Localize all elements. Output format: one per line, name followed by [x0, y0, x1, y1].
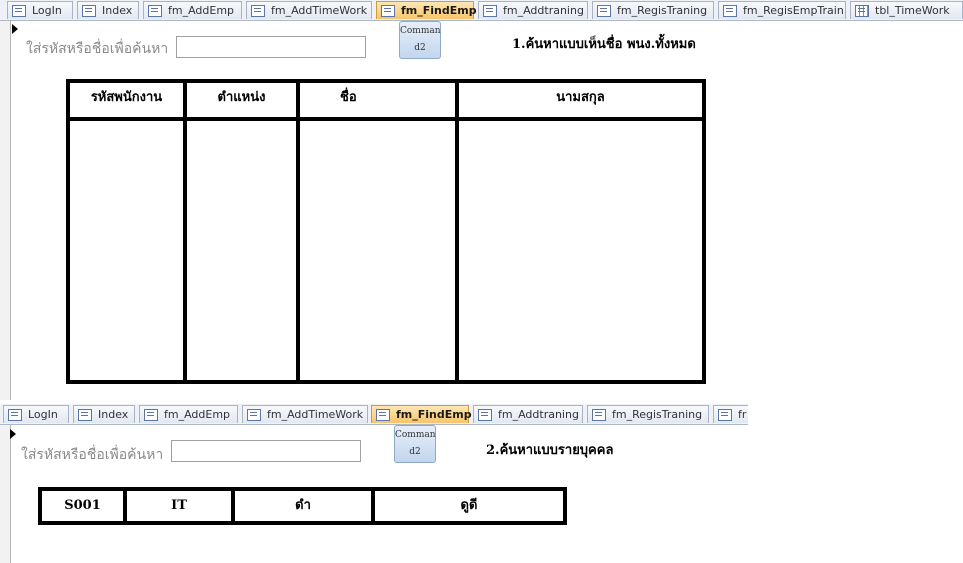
field-position[interactable]: IT — [123, 487, 235, 525]
column-body-employee-id[interactable] — [66, 117, 187, 384]
command-label-line1: Comman — [400, 26, 441, 36]
command-label-line2: d2 — [414, 43, 426, 53]
form-icon — [12, 4, 26, 17]
current-record-arrow-icon — [10, 429, 16, 439]
form-icon — [483, 4, 497, 17]
form2-command-button[interactable]: Comman d2 — [394, 425, 436, 463]
form-icon — [251, 4, 265, 17]
tab-tbl-timework[interactable]: tbl_TimeWork — [850, 1, 963, 19]
tab-fm-addtraning[interactable]: fm_Addtraning — [478, 1, 588, 19]
field-employee-id[interactable]: S001 — [38, 487, 127, 525]
column-body-position[interactable] — [183, 117, 300, 384]
form-icon — [82, 4, 96, 17]
form2-record-row: S001 IT ดำ ดูดี — [38, 487, 567, 525]
tab-index[interactable]: Index — [77, 1, 139, 19]
column-header-employee-id: รหัสพนักงาน — [66, 79, 187, 121]
form2-tab-bar: LogIn Index fm_AddEmp fm_AddTimeWork fm_… — [0, 404, 748, 425]
form2-search-input[interactable] — [171, 440, 361, 462]
form-icon — [723, 4, 737, 17]
form2-panel: LogIn Index fm_AddEmp fm_AddTimeWork fm_… — [0, 404, 748, 563]
field-last-name[interactable]: ดูดี — [371, 487, 567, 525]
column-header-last-name: นามสกุล — [455, 79, 706, 121]
form2-heading: 2.ค้นหาแบบรายบุคคล — [486, 443, 614, 458]
form-icon — [592, 408, 606, 421]
form1-search-prompt: ใส่รหัสหรือชื่อเพื่อค้นหา — [26, 41, 169, 57]
tab-fm-registraning[interactable]: fm_RegisTraning — [592, 1, 714, 19]
table-icon — [855, 4, 869, 17]
column-body-last-name[interactable] — [455, 117, 706, 384]
tab-fm-findemp[interactable]: fm_FindEmp — [376, 1, 477, 19]
tab-fm-findemp[interactable]: fm_FindEmp — [371, 405, 472, 423]
form2-search-prompt: ใส่รหัสหรือชื่อเพื่อค้นหา — [21, 447, 164, 463]
tab-truncated[interactable]: fr — [713, 405, 748, 423]
form-icon — [381, 4, 395, 17]
column-header-position: ตำแหน่ง — [183, 79, 300, 121]
form1-results-grid: รหัสพนักงาน ตำแหน่ง ชื่อ นามสกุล — [66, 79, 706, 384]
column-body-first-name[interactable] — [296, 117, 459, 384]
form-icon — [148, 4, 162, 17]
tab-fm-registraning[interactable]: fm_RegisTraning — [587, 405, 709, 423]
current-record-arrow-icon — [12, 24, 18, 34]
form-icon — [376, 408, 390, 421]
form1-panel: LogIn Index fm_AddEmp fm_AddTimeWork fm_… — [0, 0, 963, 400]
form-icon — [718, 408, 732, 421]
tab-index[interactable]: Index — [73, 405, 135, 423]
form1-tab-bar: LogIn Index fm_AddEmp fm_AddTimeWork fm_… — [0, 0, 963, 21]
form1-heading: 1.ค้นหาแบบเห็นชื่อ พนง.ทั้งหมด — [512, 37, 696, 52]
form2-record-selector[interactable] — [0, 425, 11, 563]
form-icon — [8, 408, 22, 421]
tab-fm-addemp[interactable]: fm_AddEmp — [143, 1, 242, 19]
tab-login[interactable]: LogIn — [3, 405, 69, 423]
form-icon — [247, 408, 261, 421]
tab-fm-addtraning[interactable]: fm_Addtraning — [473, 405, 583, 423]
form-icon — [478, 408, 492, 421]
tab-fm-addtimework[interactable]: fm_AddTimeWork — [242, 405, 368, 423]
form-icon — [144, 408, 158, 421]
form1-record-selector[interactable] — [0, 21, 11, 400]
form-icon — [597, 4, 611, 17]
tab-fm-addemp[interactable]: fm_AddEmp — [139, 405, 238, 423]
form1-command-button[interactable]: Comman d2 — [399, 21, 441, 59]
tab-fm-regisemptrain[interactable]: fm_RegisEmpTrain — [718, 1, 846, 19]
command-label-line1: Comman — [395, 430, 436, 440]
form1-search-input[interactable] — [176, 36, 366, 58]
command-label-line2: d2 — [409, 447, 421, 457]
field-first-name[interactable]: ดำ — [231, 487, 375, 525]
tab-login[interactable]: LogIn — [7, 1, 73, 19]
tab-fm-addtimework[interactable]: fm_AddTimeWork — [246, 1, 372, 19]
form-icon — [78, 408, 92, 421]
column-header-first-name: ชื่อ — [296, 79, 459, 121]
